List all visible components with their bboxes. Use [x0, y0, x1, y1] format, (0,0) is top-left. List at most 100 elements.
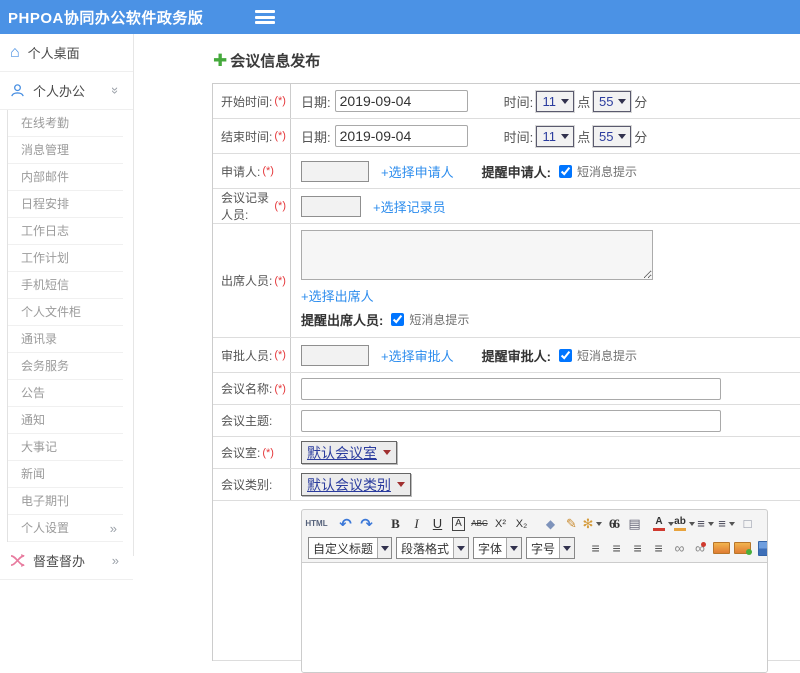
format-painter-icon[interactable]: ✎	[562, 513, 581, 534]
start-minute-select[interactable]: 55	[593, 90, 632, 112]
link-icon[interactable]: ∞	[670, 538, 689, 559]
row-meeting-name: 会议名称: (*)	[213, 373, 800, 405]
monitor-icon	[768, 517, 769, 530]
align-center-icon[interactable]: ≡	[607, 538, 626, 559]
choose-applicant-link[interactable]: +选择申请人	[381, 162, 454, 181]
sidebar-item-personal-files[interactable]: 个人文件柜	[8, 299, 123, 326]
chevron-down-icon: »	[107, 86, 123, 95]
align-right-icon[interactable]: ≡	[628, 538, 647, 559]
dropdown-arrow-icon	[557, 98, 573, 104]
main-content: ✚ 会议信息发布 开始时间: (*) 日期: 时间: 11 点 55	[135, 34, 800, 673]
underline-button[interactable]: U	[428, 513, 447, 534]
sidebar-item-announcement[interactable]: 公告	[8, 380, 123, 407]
attendees-sms-checkbox[interactable]	[391, 313, 405, 326]
meeting-name-input[interactable]	[301, 377, 721, 400]
meeting-category-select[interactable]: 默认会议类别	[301, 473, 411, 496]
sidebar-item-meeting-service[interactable]: 会务服务	[8, 353, 123, 380]
font-color-button[interactable]: A	[653, 513, 674, 534]
top-bar: PHPOA协同办公软件政务版	[0, 0, 800, 34]
sidebar-item-notice[interactable]: 通知	[8, 407, 123, 434]
unordered-list-button[interactable]: ≡	[717, 513, 736, 534]
sidebar-item-supervision[interactable]: 督查督办 »	[0, 542, 133, 580]
recorder-label: 会议记录人员:	[221, 191, 270, 222]
applicant-sms-checkbox[interactable]	[558, 164, 572, 178]
sms-hint-label: 短消息提示	[576, 348, 637, 363]
sidebar-item-news[interactable]: 新闻	[8, 461, 123, 488]
minute-unit-label: 分	[634, 129, 648, 145]
row-start-time: 开始时间: (*) 日期: 时间: 11 点 55 分	[213, 84, 800, 119]
sidebar-item-contacts[interactable]: 通讯录	[8, 326, 123, 353]
editor-toolbar-row2: 自定义标题 段落格式 字体 字号 ≡ ≡ ≡ ≡ ∞ ∞	[302, 537, 767, 562]
justify-icon[interactable]: ≡	[649, 538, 668, 559]
font-style-button[interactable]: A	[449, 513, 468, 534]
insert-image-button[interactable]	[733, 538, 753, 559]
remove-format-icon[interactable]: ◆	[541, 513, 560, 534]
align-left-icon[interactable]: ≡	[586, 538, 605, 559]
approver-input[interactable]	[301, 344, 369, 366]
sms-hint-label: 短消息提示	[409, 313, 470, 327]
editor-content-area[interactable]	[302, 562, 767, 672]
sidebar-item-sms[interactable]: 手机短信	[8, 272, 123, 299]
row-attendees: 出席人员: (*) +选择出席人 提醒出席人员: 短消息提示	[213, 224, 800, 338]
start-date-input[interactable]	[334, 90, 468, 112]
strikethrough-button[interactable]: ABC	[470, 513, 489, 534]
meeting-subject-input[interactable]	[301, 409, 721, 432]
attendees-textarea[interactable]	[301, 230, 653, 280]
recorder-input[interactable]	[301, 195, 361, 217]
sidebar-item-personal-desktop[interactable]: ⌂ 个人桌面	[0, 34, 133, 72]
sidebar-item-major-events[interactable]: 大事记	[8, 434, 123, 461]
meeting-room-select[interactable]: 默认会议室	[301, 441, 397, 464]
end-minute-select[interactable]: 55	[593, 125, 632, 147]
highlight-color-button[interactable]: ab	[674, 513, 695, 534]
choose-attendees-link[interactable]: +选择出席人	[301, 286, 374, 305]
dropdown-arrow-icon	[559, 538, 575, 558]
sidebar-item-message-management[interactable]: 消息管理	[8, 137, 123, 164]
sidebar-item-personal-office[interactable]: 个人办公 »	[0, 72, 133, 110]
applicant-label: 申请人:	[221, 164, 261, 179]
image-button[interactable]	[712, 538, 731, 559]
row-meeting-content: HTML ↶ ↷ B I U A ABC X² X₂ ◆ ✎ ✻ 66 ▤ A …	[213, 501, 800, 673]
approver-sms-checkbox[interactable]	[558, 348, 572, 362]
media-button[interactable]	[754, 538, 767, 559]
required-mark: (*)	[274, 349, 286, 361]
unlink-icon[interactable]: ∞	[691, 538, 710, 559]
quick-format-button[interactable]: ✻	[583, 513, 603, 534]
superscript-button[interactable]: X²	[491, 513, 510, 534]
sidebar-item-e-journal[interactable]: 电子期刊	[8, 488, 123, 515]
approver-label: 审批人员:	[221, 348, 273, 363]
media-icon	[757, 540, 767, 556]
sidebar-item-online-attendance[interactable]: 在线考勤	[8, 110, 123, 137]
fullscreen-button[interactable]	[767, 513, 768, 534]
dropdown-arrow-icon	[557, 133, 573, 139]
subscript-button[interactable]: X₂	[512, 513, 531, 534]
remind-approver-label: 提醒审批人:	[481, 348, 551, 364]
paste-text-icon[interactable]: ▤	[625, 513, 644, 534]
undo-icon[interactable]: ↶	[336, 513, 355, 534]
bold-button[interactable]: B	[386, 513, 405, 534]
choose-recorder-link[interactable]: +选择记录员	[373, 197, 446, 216]
office-submenu: 在线考勤 消息管理 内部邮件 日程安排 工作日志 工作计划 手机短信 个人文件柜…	[7, 110, 133, 542]
page-title: ✚ 会议信息发布	[213, 51, 321, 70]
row-meeting-category: 会议类别: 默认会议类别	[213, 469, 800, 501]
sidebar-item-work-log[interactable]: 工作日志	[8, 218, 123, 245]
blockquote-button[interactable]: 66	[604, 513, 623, 534]
choose-approver-link[interactable]: +选择审批人	[381, 346, 454, 365]
sidebar-item-personal-settings[interactable]: 个人设置 »	[8, 515, 123, 542]
sidebar-item-work-plan[interactable]: 工作计划	[8, 245, 123, 272]
sidebar-item-internal-mail[interactable]: 内部邮件	[8, 164, 123, 191]
hamburger-menu-icon[interactable]	[255, 10, 276, 24]
sidebar-item-schedule[interactable]: 日程安排	[8, 191, 123, 218]
redo-icon[interactable]: ↷	[357, 513, 376, 534]
italic-button[interactable]: I	[407, 513, 426, 534]
hour-unit-label: 点	[577, 94, 591, 110]
end-date-input[interactable]	[334, 125, 468, 147]
end-hour-select[interactable]: 11	[536, 125, 575, 147]
applicant-input[interactable]	[301, 160, 369, 182]
dropdown-arrow-icon	[391, 482, 408, 487]
insert-image-icon	[734, 542, 753, 555]
html-source-button[interactable]: HTML	[305, 513, 327, 534]
meeting-name-label: 会议名称:	[221, 382, 273, 396]
start-hour-select[interactable]: 11	[536, 90, 575, 112]
new-page-icon[interactable]: □	[738, 513, 757, 534]
ordered-list-button[interactable]: ≡	[696, 513, 715, 534]
